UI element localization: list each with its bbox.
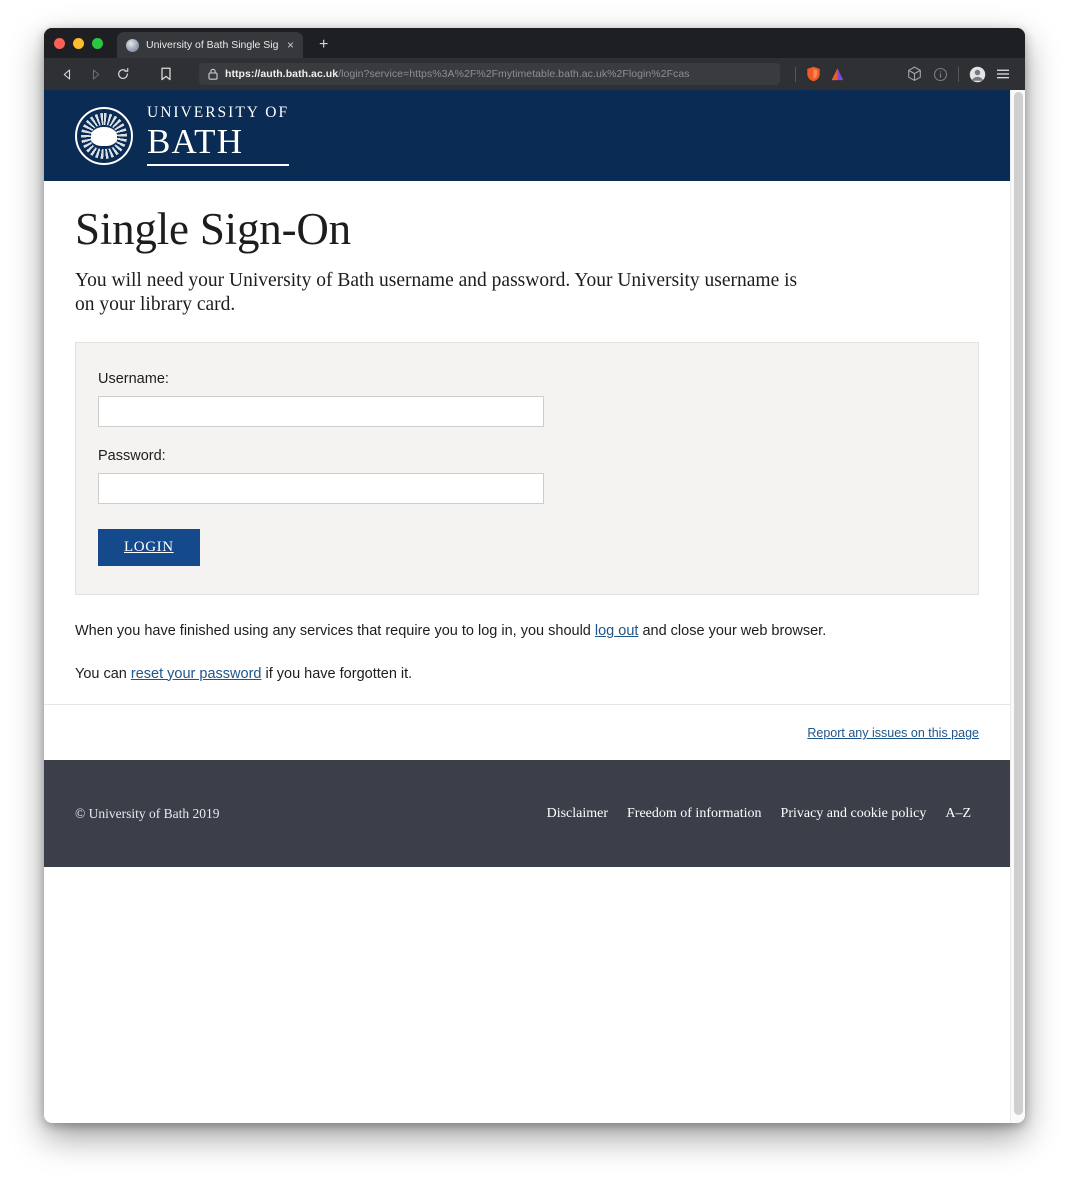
bath-crest-favicon-icon (126, 38, 139, 52)
logout-note: When you have finished using any service… (75, 621, 979, 641)
reset-note-after: if you have forgotten it. (261, 665, 413, 682)
page-title: Single Sign-On (75, 204, 351, 254)
logout-note-before: When you have finished using any service… (75, 623, 595, 640)
university-of-bath-logo[interactable]: UNIVERSITY OF BATH (75, 104, 290, 166)
address-bar-url: https://auth.bath.ac.uk/login?service=ht… (225, 68, 690, 80)
toolbar-divider-1 (795, 66, 796, 82)
report-issues-bar: Report any issues on this page (44, 704, 1010, 760)
toolbar-divider-2 (958, 66, 959, 82)
footer-link-a-z[interactable]: A–Z (945, 806, 971, 822)
login-button[interactable]: LOGIN (98, 529, 200, 567)
page-viewport: UNIVERSITY OF BATH Single Sign-On You wi… (44, 90, 1025, 1123)
new-tab-button[interactable]: + (315, 37, 332, 53)
bookmark-icon[interactable] (151, 61, 181, 87)
browser-tab-title: University of Bath Single Sign-o (146, 39, 278, 51)
footer-links: Disclaimer Freedom of information Privac… (547, 806, 971, 822)
brand-line-bath: BATH (147, 124, 290, 166)
url-path: /login?service=https%3A%2F%2Fmytimetable… (338, 68, 690, 80)
web-page: UNIVERSITY OF BATH Single Sign-On You wi… (44, 90, 1010, 1123)
username-label: Username: (98, 371, 169, 388)
browser-tab-active[interactable]: University of Bath Single Sign-o × (117, 32, 303, 58)
reset-password-note: You can reset your password if you have … (75, 664, 979, 684)
footer-link-freedom-of-information[interactable]: Freedom of information (627, 806, 762, 822)
browser-window: University of Bath Single Sign-o × + (44, 28, 1025, 1123)
site-footer: © University of Bath 2019 Disclaimer Fre… (44, 760, 1010, 867)
university-of-bath-crest-icon (75, 106, 133, 165)
window-close-button[interactable] (54, 37, 65, 49)
page-scrollbar-thumb[interactable] (1014, 92, 1023, 1115)
window-maximize-button[interactable] (92, 37, 103, 49)
padlock-icon (208, 68, 218, 80)
login-form-panel: Username: Password: LOGIN (75, 342, 979, 596)
brave-logo-icon[interactable] (825, 61, 849, 87)
footer-copyright: © University of Bath 2019 (75, 805, 220, 821)
info-circle-icon[interactable] (927, 61, 953, 87)
address-bar[interactable]: https://auth.bath.ac.uk/login?service=ht… (199, 63, 780, 85)
url-domain: https://auth.bath.ac.uk (225, 68, 339, 80)
window-traffic-lights (54, 28, 117, 58)
browser-toolbar: https://auth.bath.ac.uk/login?service=ht… (44, 58, 1025, 90)
footer-link-disclaimer[interactable]: Disclaimer (547, 806, 608, 822)
main-content: Single Sign-On You will need your Univer… (44, 204, 1010, 684)
logout-note-after: and close your web browser. (638, 623, 827, 640)
password-label: Password: (98, 448, 166, 465)
brand-wordmark: UNIVERSITY OF BATH (147, 104, 290, 166)
reset-note-before: You can (75, 665, 131, 682)
hamburger-menu-icon[interactable] (990, 61, 1016, 87)
report-issues-link[interactable]: Report any issues on this page (807, 726, 979, 740)
brave-wallet-cube-icon[interactable] (901, 61, 927, 87)
reload-button[interactable] (109, 61, 137, 87)
password-input[interactable] (98, 473, 544, 505)
forward-button[interactable] (81, 61, 109, 87)
back-button[interactable] (53, 61, 81, 87)
page-scrollbar-track[interactable] (1010, 90, 1025, 1123)
footer-link-privacy-and-cookie-policy[interactable]: Privacy and cookie policy (781, 806, 927, 822)
tab-close-icon[interactable]: × (285, 39, 296, 51)
desktop-background: University of Bath Single Sign-o × + (0, 0, 1080, 1186)
toolbar-right-group (790, 61, 1016, 87)
browser-tab-strip: University of Bath Single Sign-o × + (44, 28, 1025, 58)
site-header: UNIVERSITY OF BATH (44, 90, 1010, 181)
log-out-link[interactable]: log out (595, 623, 639, 639)
window-minimize-button[interactable] (73, 37, 84, 49)
intro-text: You will need your University of Bath us… (75, 269, 798, 316)
username-input[interactable] (98, 396, 544, 428)
profile-avatar-icon[interactable] (964, 61, 990, 87)
brand-line-university-of: UNIVERSITY OF (147, 104, 290, 122)
brave-shield-icon[interactable] (801, 61, 825, 87)
reset-your-password-link[interactable]: reset your password (131, 666, 262, 682)
